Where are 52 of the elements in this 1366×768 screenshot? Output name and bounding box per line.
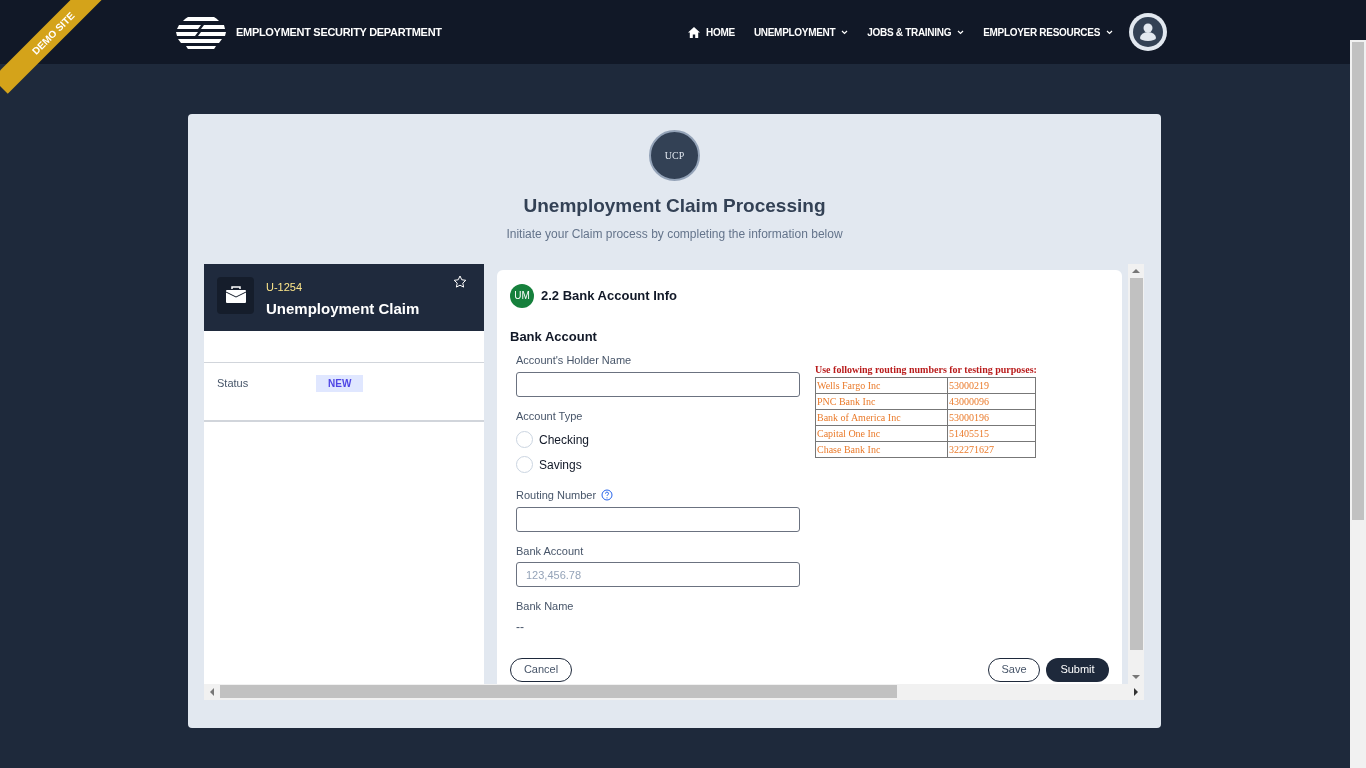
radio-button[interactable] (516, 431, 533, 448)
radio-button[interactable] (516, 456, 533, 473)
section-title: Bank Account (510, 327, 598, 346)
nav-link[interactable]: UNEMPLOYMENT (753, 24, 849, 40)
page-title: Unemployment Claim Processing (523, 194, 826, 218)
field-label: Routing Number (516, 488, 597, 503)
table-cell: 51405515 (947, 425, 1036, 442)
field-label: Account's Holder Name (516, 353, 633, 368)
home-icon (688, 26, 701, 38)
text-field[interactable]: 123,456.78 (516, 562, 800, 587)
table-cell: PNC Bank Inc (815, 393, 948, 410)
chevron-down-icon (957, 29, 965, 35)
text-field[interactable] (516, 506, 800, 532)
app-logo: UCP (649, 130, 700, 181)
stripes-logo-icon (176, 15, 226, 49)
page-subtitle: Initiate your Claim process by completing the information below (506, 225, 843, 243)
table-cell: 322271627 (947, 441, 1036, 458)
hint-title: Use following routing numbers for testing purposes: (815, 363, 1037, 377)
step-title: 2.2 Bank Account Info (541, 286, 678, 305)
field-label: Status (217, 376, 250, 392)
table-cell: Bank of America Inc (815, 409, 948, 426)
nav-link[interactable]: EMPLOYER RESOURCES (983, 24, 1113, 40)
nav-link[interactable]: JOBS & TRAINING (867, 24, 965, 40)
table-cell: Chase Bank Inc (815, 441, 948, 458)
briefcase-icon (224, 286, 247, 304)
star-icon[interactable] (453, 274, 467, 289)
table-cell: Capital One Inc (815, 425, 948, 442)
user-icon (1133, 17, 1163, 47)
help-icon[interactable] (601, 489, 614, 502)
table-cell: 43000096 (947, 393, 1036, 410)
text-field[interactable] (516, 371, 800, 397)
table-cell: Wells Fargo Inc (815, 377, 948, 394)
avatar-button[interactable] (1129, 13, 1167, 51)
case-name: Unemployment Claim (266, 299, 420, 319)
radio-label: Checking (539, 431, 590, 449)
page-scrollbar[interactable] (1350, 40, 1366, 768)
case-id: U-1254 (266, 279, 304, 295)
brand-name: EMPLOYMENT SECURITY DEPARTMENT (236, 24, 442, 40)
field-label: Account Type (516, 408, 584, 424)
table-cell: 53000219 (947, 377, 1036, 394)
step-badge: UM (510, 283, 534, 308)
chevron-down-icon (841, 29, 849, 35)
field-label: Bank Account (516, 543, 585, 559)
table-cell: 53000196 (947, 409, 1036, 426)
field-value: -- (516, 618, 525, 636)
status-badge: NEW (316, 375, 364, 392)
vertical-scrollbar[interactable] (1128, 263, 1144, 684)
radio-label: Savings (539, 456, 582, 474)
submit-button[interactable]: Submit (1046, 657, 1109, 682)
chevron-down-icon (1106, 29, 1113, 35)
field-label: Bank Name (516, 599, 575, 614)
nav-link[interactable]: HOME (688, 24, 735, 40)
